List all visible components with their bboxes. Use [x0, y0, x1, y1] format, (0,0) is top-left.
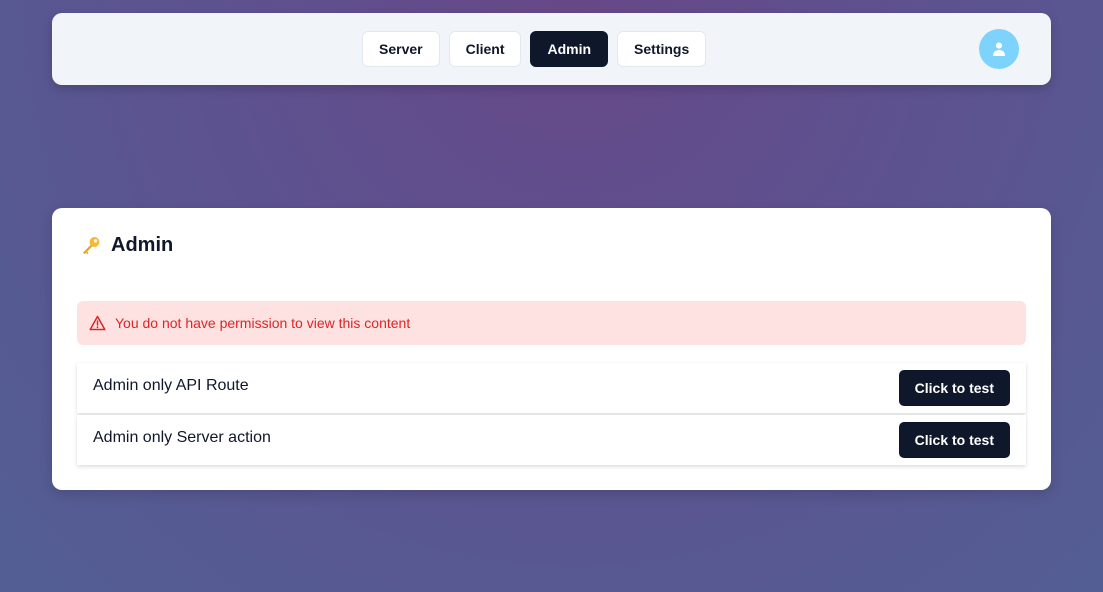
row-label: Admin only Server action [93, 429, 271, 446]
list-item-api-route: Admin only API Route Click to test [77, 363, 1026, 413]
row-label: Admin only API Route [93, 377, 249, 394]
warning-icon [89, 315, 106, 331]
top-navbar: Server Client Admin Settings [52, 13, 1051, 85]
test-api-route-button[interactable]: Click to test [898, 370, 1010, 406]
card-header: Admin [80, 234, 173, 257]
user-icon [993, 42, 1005, 56]
card-title: Admin [111, 234, 174, 256]
list-item-server-action: Admin only Server action Click to test [77, 415, 1026, 465]
admin-card: Admin You do not have permission to view… [52, 208, 1051, 490]
alert-message: You do not have permission to view this … [115, 315, 411, 331]
tab-server[interactable]: Server [362, 31, 440, 67]
key-icon [83, 236, 100, 254]
nav-tabs: Server Client Admin Settings [362, 31, 707, 67]
tab-client[interactable]: Client [448, 31, 522, 67]
test-server-action-button[interactable]: Click to test [898, 422, 1010, 458]
tab-settings[interactable]: Settings [617, 31, 707, 67]
permission-alert: You do not have permission to view this … [77, 301, 1026, 345]
tab-admin[interactable]: Admin [530, 31, 609, 67]
avatar[interactable] [979, 29, 1019, 69]
